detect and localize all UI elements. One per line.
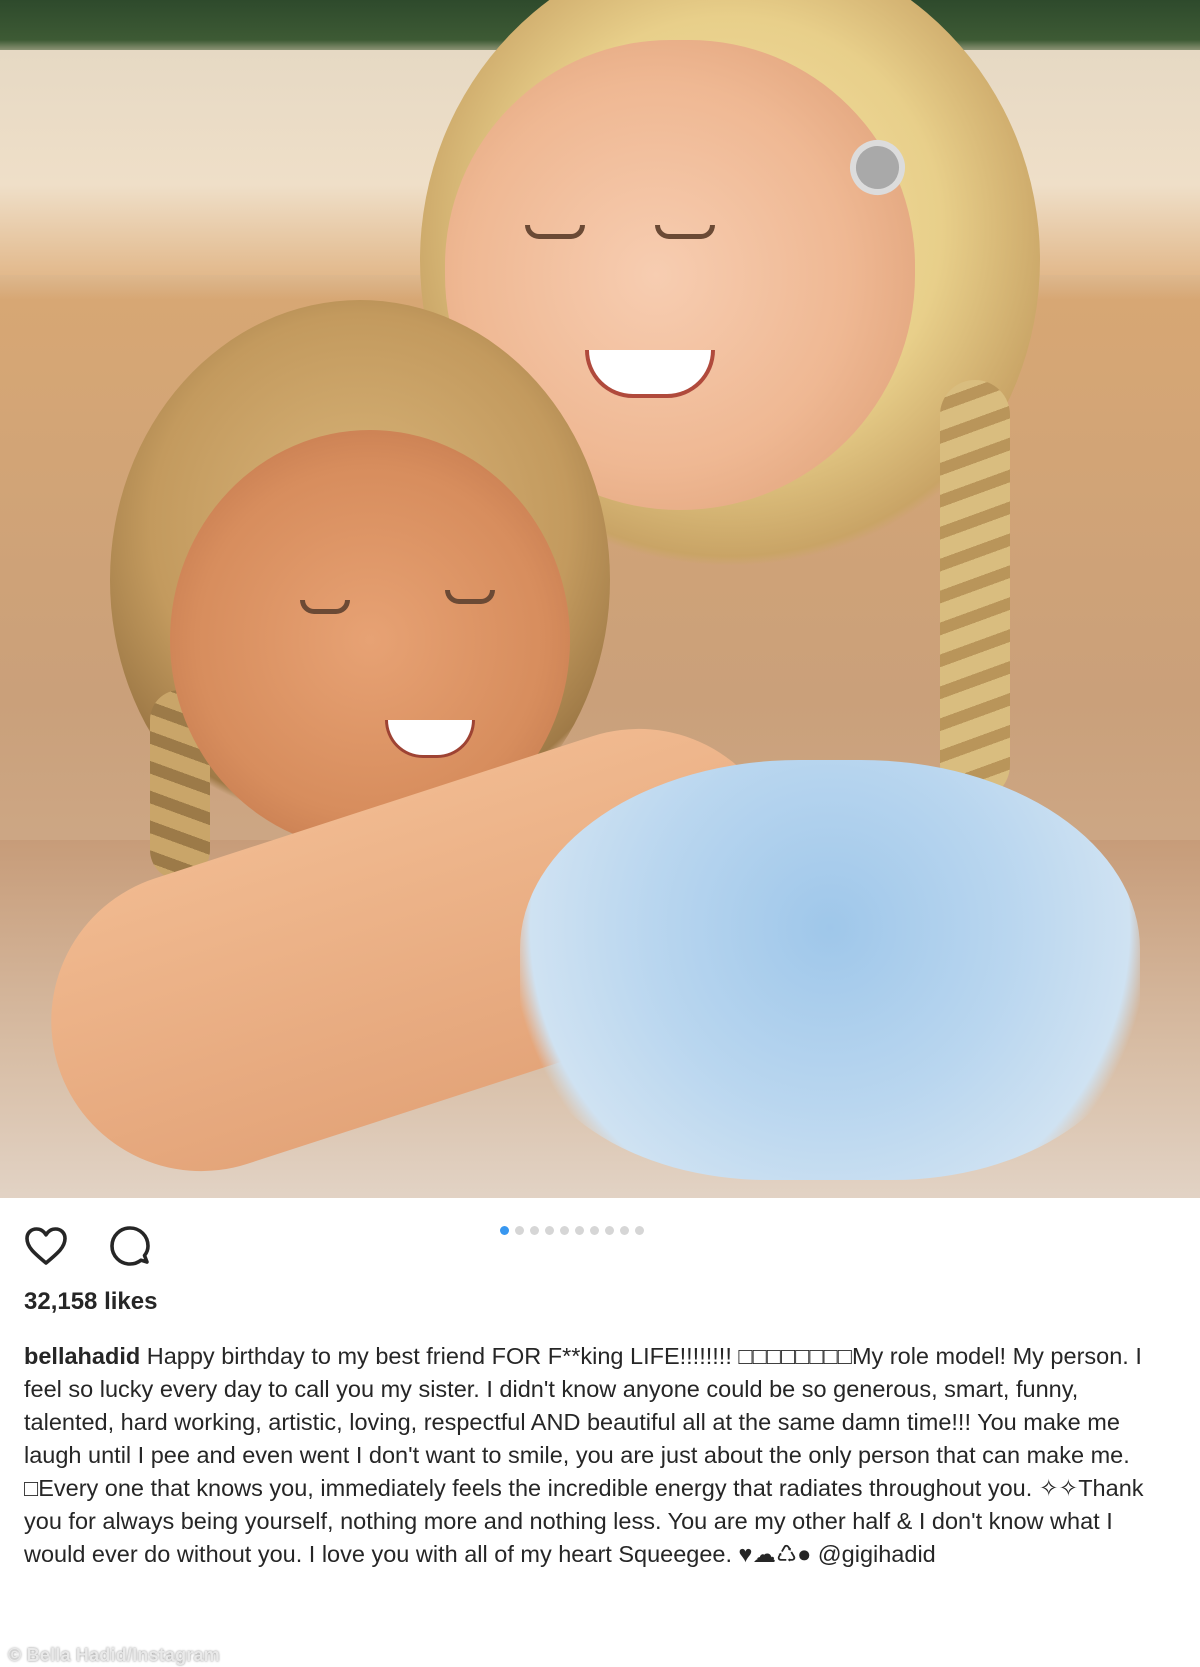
comment-icon (110, 1226, 150, 1266)
photo-credit: © Bella Hadid/Instagram (8, 1645, 220, 1665)
like-button[interactable] (22, 1222, 70, 1270)
carousel-dot (620, 1226, 629, 1235)
carousel-dot-active (500, 1226, 509, 1235)
carousel-dot (530, 1226, 539, 1235)
comment-button[interactable] (106, 1222, 154, 1270)
carousel-indicator (500, 1226, 644, 1235)
photo-blue-tutu (520, 760, 1140, 1180)
carousel-dot (545, 1226, 554, 1235)
carousel-dot (590, 1226, 599, 1235)
caption-mention[interactable]: @gigihadid (818, 1541, 936, 1567)
post-caption: bellahadid Happy birthday to my best fri… (24, 1340, 1174, 1571)
caption-text: Happy birthday to my best friend FOR F**… (24, 1343, 1144, 1567)
carousel-dot (635, 1226, 644, 1235)
photo-braid-right (940, 380, 1010, 800)
carousel-dot (605, 1226, 614, 1235)
photo-eye (445, 590, 495, 604)
carousel-dot (575, 1226, 584, 1235)
post-actions (22, 1222, 154, 1270)
photo-eye (525, 225, 585, 239)
heart-icon (25, 1227, 67, 1265)
photo-eye (655, 225, 715, 239)
likes-count[interactable]: 32,158 likes (24, 1288, 157, 1316)
caption-username[interactable]: bellahadid (24, 1343, 140, 1369)
photo-eye (300, 600, 350, 614)
post-photo[interactable] (0, 0, 1200, 1198)
carousel-dot (515, 1226, 524, 1235)
carousel-dot (560, 1226, 569, 1235)
